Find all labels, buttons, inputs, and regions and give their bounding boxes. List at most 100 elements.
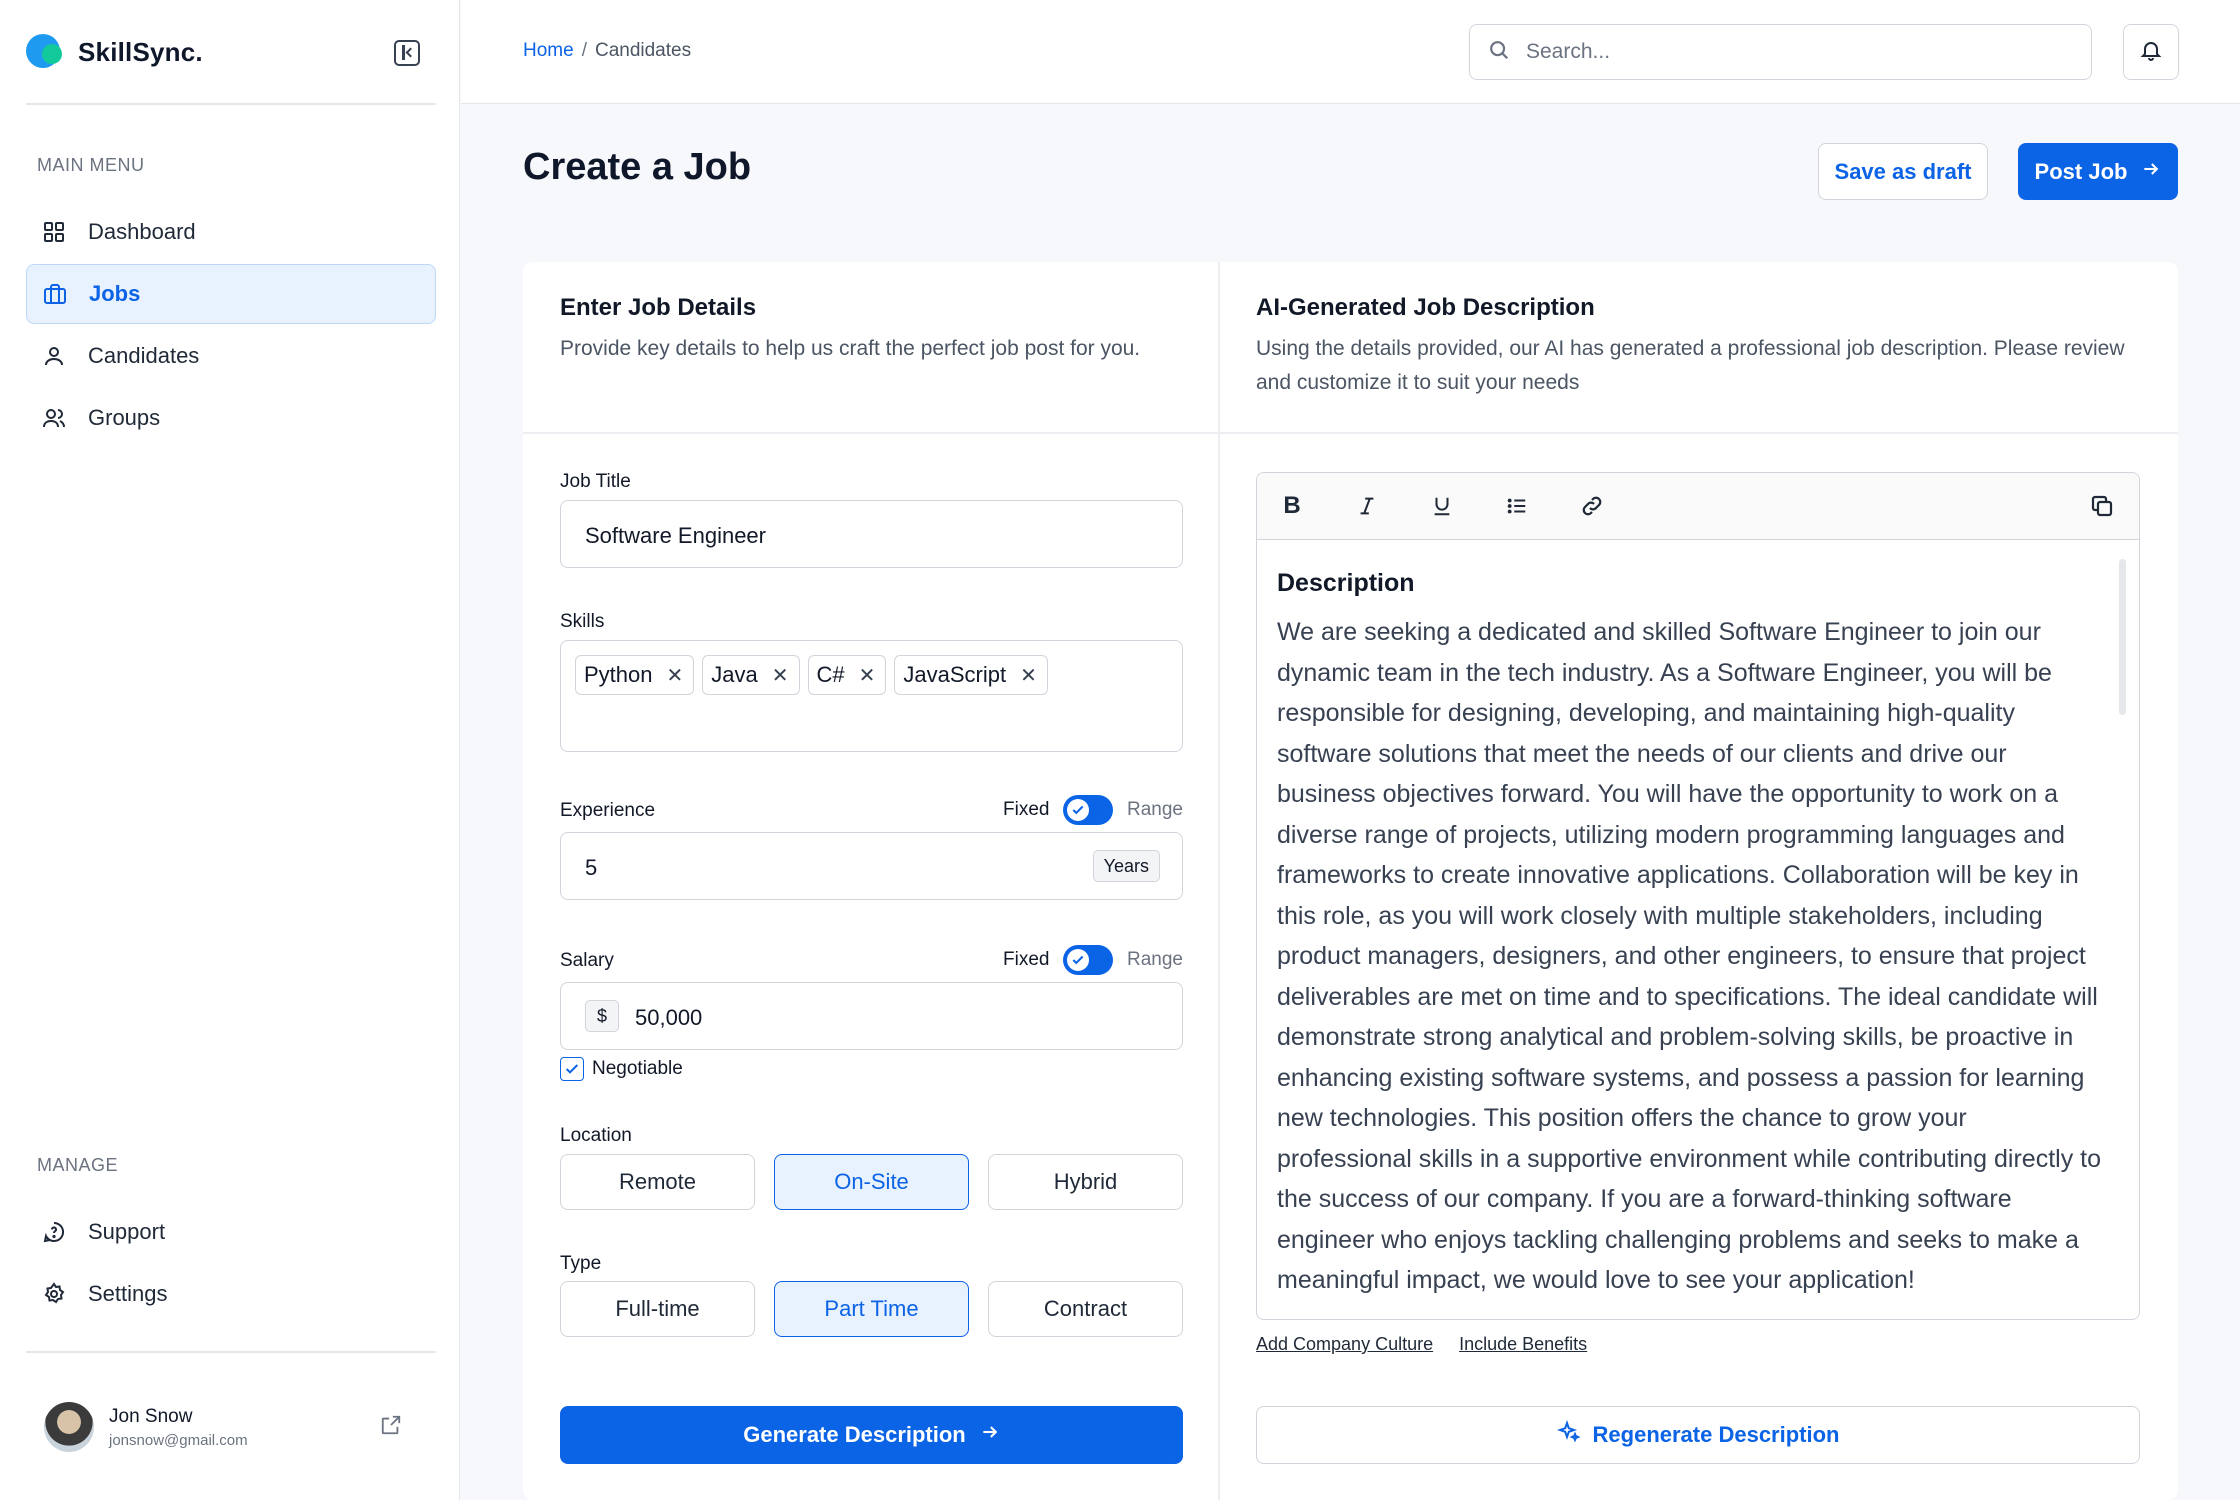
sidebar-item-candidates[interactable]: Candidates	[26, 326, 436, 386]
editor-content[interactable]: Description We are seeking a dedicated a…	[1277, 569, 2107, 1304]
sidebar-item-support[interactable]: Support	[26, 1202, 436, 1262]
sidebar-item-label: Groups	[88, 405, 161, 430]
remove-tag-icon[interactable]: ✕	[1020, 663, 1037, 688]
generate-description-button[interactable]: Generate Description	[560, 1406, 1183, 1464]
toggle-fixed-label: Fixed	[1003, 799, 1050, 820]
sidebar-collapse-icon[interactable]	[394, 40, 420, 66]
search-box[interactable]	[1469, 24, 2092, 80]
breadcrumb-current: Candidates	[594, 40, 692, 61]
user-profile[interactable]: Jon Snow jonsnow@gmail.com	[44, 1400, 424, 1454]
brand[interactable]: SkillSync.	[26, 34, 203, 70]
user-email: jonsnow@gmail.com	[109, 1432, 248, 1449]
type-label: Type	[560, 1253, 602, 1274]
regenerate-description-button[interactable]: Regenerate Description	[1256, 1406, 2140, 1464]
bell-icon	[2139, 38, 2163, 67]
skills-field[interactable]: Python ✕ Java ✕ C# ✕ JavaScript ✕	[560, 640, 1183, 752]
sidebar-item-settings[interactable]: Settings	[26, 1264, 436, 1324]
experience-toggle[interactable]	[1063, 795, 1113, 825]
editor-scrollbar[interactable]	[2119, 559, 2126, 715]
post-job-button[interactable]: Post Job	[2018, 143, 2178, 200]
type-option-part-time[interactable]: Part Time	[774, 1281, 969, 1337]
ai-description-title: AI-Generated Job Description	[1256, 294, 1595, 321]
negotiable-checkbox[interactable]: Negotiable	[560, 1057, 683, 1081]
negotiable-label: Negotiable	[592, 1058, 683, 1079]
skill-tag-label: C#	[816, 662, 845, 687]
experience-label: Experience	[560, 800, 656, 821]
check-icon	[1067, 799, 1090, 821]
user-icon	[42, 344, 66, 368]
experience-toggle-group: Fixed Range	[1003, 795, 1183, 825]
experience-value: 5	[585, 855, 598, 880]
sidebar-item-label: Settings	[88, 1281, 168, 1306]
topbar: Home / Candidates	[461, 0, 2240, 104]
italic-icon[interactable]	[1352, 491, 1382, 521]
sidebar-item-jobs[interactable]: Jobs	[26, 264, 436, 324]
toggle-fixed-label: Fixed	[1003, 949, 1050, 970]
ai-description-subtitle: Using the details provided, our AI has g…	[1256, 337, 2125, 394]
sidebar-item-groups[interactable]: Groups	[26, 388, 436, 448]
post-job-label: Post Job	[2034, 158, 2128, 184]
search-icon	[1488, 39, 1510, 66]
brand-logo-icon	[26, 34, 62, 70]
salary-toggle[interactable]	[1063, 945, 1113, 975]
underline-icon[interactable]	[1427, 491, 1457, 521]
sparkle-icon	[1556, 1419, 1581, 1450]
location-option-remote[interactable]: Remote	[560, 1154, 755, 1210]
type-option-contract[interactable]: Contract	[988, 1281, 1183, 1337]
type-option-full-time[interactable]: Full-time	[560, 1281, 755, 1337]
location-option-onsite[interactable]: On-Site	[774, 1154, 969, 1210]
manage-heading: MANAGE	[37, 1155, 119, 1175]
remove-tag-icon[interactable]: ✕	[667, 663, 684, 688]
column-divider	[1218, 262, 1220, 1500]
experience-unit-badge: Years	[1092, 850, 1160, 882]
copy-icon[interactable]	[2087, 491, 2117, 521]
experience-field[interactable]: 5 Years	[560, 832, 1183, 900]
header-divider	[523, 432, 2178, 434]
skills-label: Skills	[560, 611, 605, 632]
salary-toggle-group: Fixed Range	[1003, 945, 1183, 975]
sidebar-item-label: Dashboard	[88, 219, 196, 244]
job-title-field[interactable]: Software Engineer	[560, 500, 1183, 568]
salary-value: 50,000	[635, 1005, 703, 1030]
job-title-label: Job Title	[560, 471, 631, 492]
skill-tag: C# ✕	[807, 655, 887, 695]
skill-tag: JavaScript ✕	[894, 655, 1048, 695]
search-input[interactable]	[1526, 40, 2046, 64]
salary-label: Salary	[560, 950, 614, 971]
generate-description-label: Generate Description	[743, 1422, 966, 1447]
job-details-subtitle: Provide key details to help us craft the…	[560, 337, 1141, 360]
sidebar-item-label: Candidates	[88, 343, 200, 368]
skills-tag-list: Python ✕ Java ✕ C# ✕ JavaScript ✕	[575, 655, 1048, 695]
sidebar-item-label: Jobs	[89, 281, 141, 306]
toggle-range-label: Range	[1127, 799, 1183, 820]
remove-tag-icon[interactable]: ✕	[859, 663, 876, 688]
breadcrumb-home-link[interactable]: Home	[523, 40, 574, 61]
external-link-icon[interactable]	[380, 1414, 402, 1441]
include-benefits-link[interactable]: Include Benefits	[1459, 1334, 1587, 1355]
editor-text: We are seeking a dedicated and skilled S…	[1277, 618, 2102, 1294]
arrow-right-icon	[980, 1422, 1000, 1448]
currency-badge: $	[585, 1000, 619, 1032]
breadcrumb: Home / Candidates	[523, 40, 691, 62]
salary-field[interactable]: $ 50,000	[560, 982, 1183, 1050]
skill-tag-label: Java	[711, 662, 758, 687]
description-editor[interactable]: B Description We are seeking a dedicated…	[1256, 472, 2140, 1320]
breadcrumb-separator: /	[581, 40, 587, 61]
save-draft-button[interactable]: Save as draft	[1818, 143, 1988, 200]
bold-icon[interactable]: B	[1277, 491, 1307, 521]
check-icon	[1067, 949, 1090, 971]
editor-toolbar: B	[1257, 473, 2139, 540]
skill-tag: Java ✕	[702, 655, 800, 695]
remove-tag-icon[interactable]: ✕	[772, 663, 789, 688]
notifications-button[interactable]	[2123, 24, 2179, 80]
location-option-hybrid[interactable]: Hybrid	[988, 1154, 1183, 1210]
briefcase-icon	[43, 282, 67, 306]
user-name: Jon Snow	[109, 1406, 193, 1427]
list-icon[interactable]	[1502, 491, 1532, 521]
avatar	[44, 1402, 94, 1452]
add-company-culture-link[interactable]: Add Company Culture	[1256, 1334, 1433, 1355]
link-icon[interactable]	[1577, 491, 1607, 521]
sidebar-item-dashboard[interactable]: Dashboard	[26, 202, 436, 262]
brand-name: SkillSync.	[78, 36, 203, 67]
skill-tag-label: JavaScript	[903, 662, 1007, 687]
